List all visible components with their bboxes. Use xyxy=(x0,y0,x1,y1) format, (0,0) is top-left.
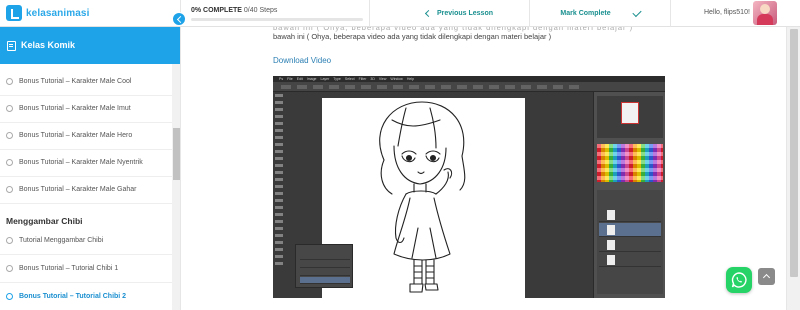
photoshop-menu-item: View xyxy=(378,77,387,81)
sidebar-lesson-item[interactable]: Tutorial Menggambar Chibi xyxy=(0,227,172,255)
chevron-left-icon xyxy=(424,9,433,18)
course-sidebar: Kelas Komik Bonus Tutorial – Karakter Ma… xyxy=(0,27,181,310)
sidebar-collapse-button[interactable] xyxy=(172,12,186,26)
photoshop-menu-item: Ps xyxy=(279,77,284,81)
sidebar-lesson-item-active[interactable]: Bonus Tutorial – Tutorial Chibi 2 xyxy=(0,283,172,310)
photoshop-menu-item: Type xyxy=(333,77,341,81)
photoshop-menu-item: Select xyxy=(344,77,355,81)
layer-row-selected xyxy=(599,223,661,237)
brush-preset-row xyxy=(300,261,350,268)
brush-preset-row xyxy=(300,253,350,260)
progress-bar xyxy=(191,18,363,21)
sidebar-scrollbar[interactable] xyxy=(172,64,180,310)
photoshop-menu-item: Help xyxy=(406,77,415,81)
layer-row xyxy=(599,208,661,222)
lesson-status-icon xyxy=(6,265,13,272)
lesson-label: Bonus Tutorial – Tutorial Chibi 1 xyxy=(19,265,119,272)
lesson-label: Bonus Tutorial – Karakter Male Nyentrik xyxy=(19,159,143,166)
layer-row xyxy=(599,238,661,252)
course-progress: 0% COMPLETE 0/40 Steps xyxy=(180,0,370,27)
progress-steps-label: 0/40 Steps xyxy=(243,7,278,14)
lesson-label: Tutorial Menggambar Chibi xyxy=(19,237,104,244)
photoshop-screenshot-image: Ps File Edit Image Layer Type Select Filter 3D Vi… xyxy=(273,76,665,298)
user-greeting[interactable]: Hello, flips510! xyxy=(704,9,750,16)
brush-preset-row-selected xyxy=(300,277,350,284)
sidebar-lesson-item[interactable]: Bonus Tutorial – Karakter Male Hero xyxy=(0,122,172,150)
book-icon xyxy=(7,41,16,51)
lesson-status-icon xyxy=(6,237,13,244)
sidebar-header: Kelas Komik xyxy=(0,27,180,64)
top-bar: kelasanimasi 0% COMPLETE 0/40 Steps Prev… xyxy=(0,0,800,27)
navigator-thumbnail xyxy=(621,102,639,124)
layer-row xyxy=(599,253,661,267)
sidebar-title[interactable]: Kelas Komik xyxy=(21,40,75,50)
page-scrollbar[interactable] xyxy=(786,27,800,310)
swatches-panel xyxy=(597,144,663,182)
download-video-link[interactable]: Download Video xyxy=(273,56,331,65)
photoshop-menu-item: Window xyxy=(390,77,403,81)
photoshop-menu-item: File xyxy=(287,77,293,81)
layers-panel xyxy=(597,190,663,294)
sidebar-lesson-item[interactable]: Bonus Tutorial – Karakter Male Gahar xyxy=(0,176,172,204)
navigator-panel xyxy=(597,96,663,138)
lesson-status-icon xyxy=(6,78,13,85)
photoshop-menu-item: Layer xyxy=(320,77,330,81)
sidebar-section-title[interactable]: Menggambar Chibi xyxy=(6,216,83,226)
lesson-status-icon xyxy=(6,186,13,193)
intro-text: bawah ini ( Ohya, beberapa video ada yan… xyxy=(273,32,552,41)
sidebar-lesson-item[interactable]: Bonus Tutorial – Karakter Male Cool xyxy=(0,68,172,96)
sidebar-lesson-item[interactable]: Bonus Tutorial – Tutorial Chibi 1 xyxy=(0,255,172,283)
photoshop-toolbar xyxy=(275,94,283,266)
photoshop-options-bar xyxy=(273,82,665,92)
lesson-status-icon xyxy=(6,293,13,300)
lesson-label: Bonus Tutorial – Karakter Male Imut xyxy=(19,105,131,112)
brush-preset-row xyxy=(300,269,350,276)
mark-complete-label: Mark Complete xyxy=(560,10,611,17)
photoshop-panels xyxy=(593,92,665,298)
brand-logo[interactable]: kelasanimasi xyxy=(6,5,89,21)
previous-lesson-label: Previous Lesson xyxy=(436,10,494,17)
page-scrollbar-thumb[interactable] xyxy=(790,29,798,277)
lesson-label: Bonus Tutorial – Karakter Male Hero xyxy=(19,132,133,139)
whatsapp-chat-button[interactable] xyxy=(726,267,752,293)
progress-label: 0% COMPLETE 0/40 Steps xyxy=(191,7,277,14)
lesson-content: bawah ini ( Ohya, beberapa video ada yan… xyxy=(181,27,786,310)
mark-complete-button[interactable]: Mark Complete xyxy=(531,0,671,27)
lesson-label: Bonus Tutorial – Tutorial Chibi 2 xyxy=(19,293,127,300)
photoshop-menu-item: Edit xyxy=(296,77,303,81)
layer-thumbnail xyxy=(607,240,615,250)
layer-thumbnail xyxy=(607,255,615,265)
lesson-status-icon xyxy=(6,159,13,166)
checkmark-icon xyxy=(631,7,642,17)
layer-thumbnail xyxy=(607,225,615,235)
layer-thumbnail xyxy=(607,210,615,220)
photoshop-menu-item: Image xyxy=(306,77,317,81)
sidebar-scrollbar-thumb[interactable] xyxy=(173,128,180,180)
progress-percent-label: 0% COMPLETE xyxy=(191,7,242,14)
photoshop-menu-item: 3D xyxy=(370,77,375,81)
logo-text: kelasanimasi xyxy=(26,7,90,19)
scroll-to-top-button[interactable] xyxy=(758,268,775,285)
sidebar-lesson-item[interactable]: Bonus Tutorial – Karakter Male Nyentrik xyxy=(0,149,172,177)
brush-presets-panel xyxy=(295,244,353,288)
lesson-label: Bonus Tutorial – Karakter Male Cool xyxy=(19,78,132,85)
avatar[interactable] xyxy=(753,1,777,25)
logo-icon xyxy=(6,5,22,21)
lesson-status-icon xyxy=(6,105,13,112)
previous-lesson-button[interactable]: Previous Lesson xyxy=(390,0,530,27)
lesson-label: Bonus Tutorial – Karakter Male Gahar xyxy=(19,186,137,193)
photoshop-menu-item: Filter xyxy=(358,77,367,81)
lesson-status-icon xyxy=(6,132,13,139)
sidebar-lesson-item[interactable]: Bonus Tutorial – Karakter Male Imut xyxy=(0,95,172,123)
whatsapp-icon xyxy=(731,272,747,288)
